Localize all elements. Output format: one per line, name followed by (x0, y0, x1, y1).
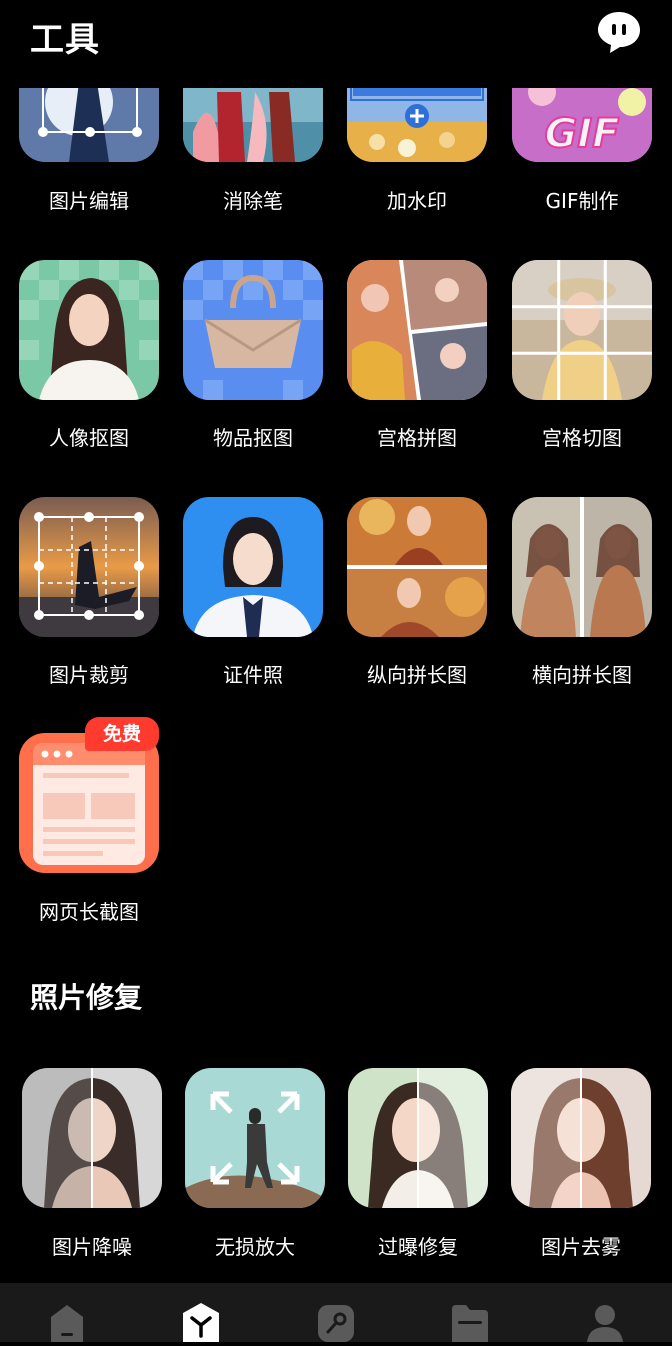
nav-tools[interactable] (181, 1301, 221, 1342)
object-cutout-thumbnail (183, 260, 323, 400)
tool-grid-slice[interactable] (512, 260, 652, 400)
label-gif-maker: GIF制作 (545, 189, 619, 213)
denoise-thumbnail (22, 1068, 162, 1208)
profile-icon (587, 1305, 623, 1342)
tool-horizontal-stitch[interactable] (512, 497, 652, 637)
section-title-photo-repair: 照片修复 (30, 981, 143, 1014)
tool-vertical-stitch[interactable] (347, 497, 487, 637)
nav-files[interactable] (450, 1301, 490, 1342)
overexposure-thumbnail (348, 1068, 488, 1208)
label-watermark: 加水印 (387, 189, 447, 213)
page-title-overlay: 工具 (30, 20, 100, 60)
label-image-edit: 图片编辑 (49, 189, 129, 213)
home-icon (51, 1305, 83, 1342)
tools-icon (183, 1303, 219, 1342)
label-image-crop: 图片裁剪 (49, 663, 129, 687)
label-lossless-upscale: 无损放大 (215, 1235, 295, 1259)
label-dehaze: 图片去雾 (541, 1235, 621, 1259)
tool-image-crop[interactable] (19, 497, 159, 637)
grid-collage-thumbnail (347, 260, 487, 400)
gif-text: GIF (544, 111, 619, 157)
tool-object-cutout[interactable] (183, 260, 323, 400)
discover-icon (318, 1305, 354, 1342)
label-object-cutout: 物品抠图 (213, 426, 293, 450)
image-crop-thumbnail (19, 497, 159, 637)
tool-web-long-screenshot[interactable] (19, 733, 159, 873)
label-id-photo: 证件照 (223, 663, 283, 687)
chat-bubble-icon (598, 12, 640, 53)
vertical-stitch-thumbnail (347, 497, 487, 637)
nav-home[interactable] (47, 1301, 87, 1342)
label-grid-slice: 宫格切图 (542, 426, 622, 450)
grid-slice-thumbnail (512, 260, 652, 400)
label-overexposure-fix: 过曝修复 (378, 1235, 458, 1259)
label-portrait-cutout: 人像抠图 (49, 426, 129, 450)
tool-denoise[interactable] (22, 1068, 162, 1208)
nav-profile[interactable] (585, 1301, 625, 1342)
label-horizontal-stitch: 横向拼长图 (532, 663, 632, 687)
upscale-thumbnail (185, 1068, 325, 1208)
label-grid-collage: 宫格拼图 (377, 426, 457, 450)
tool-id-photo[interactable] (183, 497, 323, 637)
nav-discover[interactable] (316, 1301, 356, 1342)
portrait-cutout-thumbnail (19, 260, 159, 400)
chat-button-overlay[interactable] (596, 10, 642, 54)
tool-portrait-cutout[interactable] (19, 260, 159, 400)
dehaze-thumbnail (511, 1068, 651, 1208)
label-eraser: 消除笔 (223, 189, 283, 213)
tool-overexposure-fix[interactable] (348, 1068, 488, 1208)
folder-icon (452, 1305, 488, 1342)
free-badge: 免费 (85, 717, 159, 751)
label-denoise: 图片降噪 (52, 1235, 132, 1259)
tool-dehaze[interactable] (511, 1068, 651, 1208)
bottom-nav (0, 1283, 672, 1342)
label-web-long-screenshot: 网页长截图 (39, 900, 139, 924)
tool-grid-collage[interactable] (347, 260, 487, 400)
horizontal-stitch-thumbnail (512, 497, 652, 637)
tool-lossless-upscale[interactable] (185, 1068, 325, 1208)
label-vertical-stitch: 纵向拼长图 (367, 663, 467, 687)
header-bar (0, 0, 672, 88)
id-photo-thumbnail (183, 497, 323, 637)
web-page-icon (19, 733, 159, 873)
